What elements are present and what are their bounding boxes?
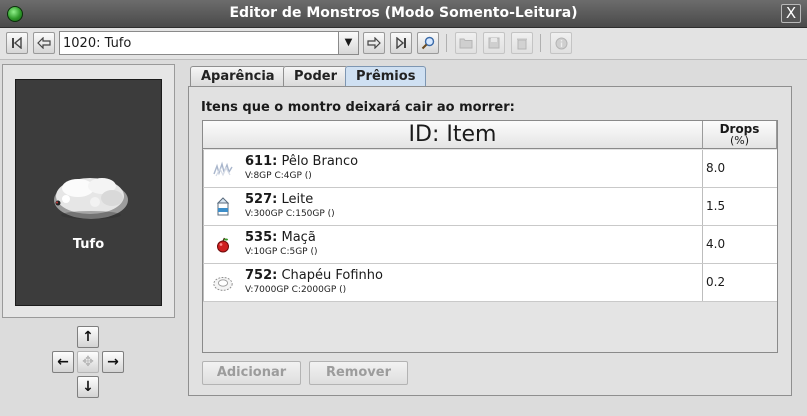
save-disk-icon [488, 37, 500, 49]
delete-button[interactable] [511, 32, 533, 54]
info-icon [555, 37, 567, 49]
monster-selector[interactable]: 1020: Tufo ▼ [59, 31, 359, 55]
preview-frame: Tufo [2, 64, 175, 318]
table-row[interactable]: 535: Maçã V:10GP C:5GP () 4.0 [203, 226, 777, 264]
tab-rewards[interactable]: Prêmios [345, 66, 427, 88]
close-button[interactable]: X [781, 4, 801, 23]
table-row[interactable]: 527: Leite V:300GP C:150GP () 1.5 [203, 188, 777, 226]
milk-carton-icon [212, 196, 234, 218]
skip-first-icon [12, 37, 22, 49]
tab-appearance[interactable]: Aparência [190, 66, 286, 87]
item-id: 527: [245, 192, 278, 207]
move-left-button[interactable]: ← [52, 351, 74, 373]
drop-rate[interactable]: 8.0 [704, 150, 777, 187]
move-right-button[interactable]: → [102, 351, 124, 373]
next-record-button[interactable] [363, 32, 385, 54]
arrow-left-icon: ← [57, 354, 69, 370]
table-row[interactable]: 611: Pêlo Branco V:8GP C:4GP () 8.0 [203, 150, 777, 188]
apple-icon [212, 234, 234, 256]
move-down-button[interactable]: ↓ [77, 376, 99, 398]
arrow-right-icon: → [107, 354, 119, 370]
table-row[interactable]: 752: Chapéu Fofinho V:7000GP C:2000GP ()… [203, 264, 777, 302]
center-button[interactable]: ✥ [77, 351, 99, 373]
monster-sprite-image [54, 178, 128, 219]
last-record-button[interactable] [390, 32, 412, 54]
item-name: Chapéu Fofinho [281, 268, 383, 283]
item-name: Pêlo Branco [281, 154, 359, 169]
skip-last-icon [396, 37, 406, 49]
arrow-down-icon: ↓ [82, 379, 94, 395]
column-header-item[interactable]: ID: Item [203, 121, 703, 149]
item-details: V:8GP C:4GP () [245, 171, 312, 181]
arrow-up-icon: ↑ [82, 329, 94, 345]
search-icon [421, 36, 435, 50]
remove-button[interactable]: Remover [309, 361, 408, 385]
tab-power[interactable]: Poder [283, 66, 348, 87]
item-cell: 535: Maçã V:10GP C:5GP () [203, 226, 703, 263]
column-header-drops[interactable]: Drops (%) [703, 121, 777, 149]
window-title: Editor de Monstros (Modo Somento-Leitura… [229, 5, 578, 21]
item-id: 752: [245, 268, 278, 283]
toolbar-separator [540, 34, 541, 52]
add-button[interactable]: Adicionar [202, 361, 301, 385]
trash-icon [517, 38, 527, 49]
drop-rate[interactable]: 0.2 [704, 264, 777, 301]
drops-table[interactable]: ID: Item Drops (%) 611: Pêlo Branco V:8G… [202, 120, 778, 353]
folder-icon [459, 38, 473, 49]
save-button[interactable] [483, 32, 505, 54]
help-button[interactable] [550, 32, 572, 54]
rewards-panel: Itens que o montro deixará cair ao morre… [188, 86, 792, 396]
item-name: Maçã [281, 230, 316, 245]
drops-header-unit: (%) [729, 134, 750, 147]
monster-selector-value: 1020: Tufo [63, 36, 132, 51]
move-up-button[interactable]: ↑ [77, 326, 99, 348]
arrow-right-icon [367, 37, 381, 49]
item-cell: 611: Pêlo Branco V:8GP C:4GP () [203, 150, 703, 187]
item-details: V:7000GP C:2000GP () [245, 285, 347, 295]
drop-rate[interactable]: 4.0 [704, 226, 777, 263]
search-button[interactable] [417, 32, 439, 54]
item-id: 611: [245, 154, 278, 169]
item-cell: 752: Chapéu Fofinho V:7000GP C:2000GP () [203, 264, 703, 301]
move-cross-icon: ✥ [82, 354, 94, 370]
arrow-left-icon [37, 37, 51, 49]
monster-preview: Tufo [15, 79, 162, 306]
item-cell: 527: Leite V:300GP C:150GP () [203, 188, 703, 225]
item-details: V:300GP C:150GP () [245, 209, 335, 219]
title-bar: Editor de Monstros (Modo Somento-Leitura… [0, 0, 807, 28]
toolbar-separator [446, 34, 447, 52]
item-id: 535: [245, 230, 278, 245]
item-details: V:10GP C:5GP () [245, 247, 318, 257]
drop-rate[interactable]: 1.5 [704, 188, 777, 225]
white-fur-icon [212, 158, 234, 180]
monster-name-label: Tufo [72, 237, 105, 252]
drops-caption: Itens que o montro deixará cair ao morre… [201, 100, 515, 115]
fluffy-hat-icon [212, 272, 234, 294]
previous-record-button[interactable] [33, 32, 55, 54]
open-button[interactable] [455, 32, 477, 54]
first-record-button[interactable] [6, 32, 28, 54]
toolbar: 1020: Tufo ▼ [0, 28, 807, 60]
item-name: Leite [281, 192, 314, 207]
chevron-down-icon[interactable]: ▼ [338, 32, 358, 54]
